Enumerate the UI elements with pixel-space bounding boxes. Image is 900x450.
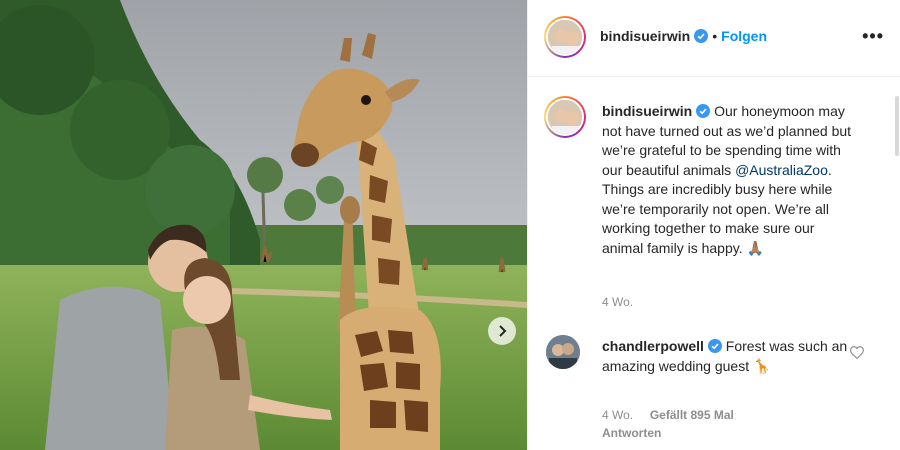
caption-username[interactable]: bindisueirwin — [602, 103, 692, 119]
reply-button[interactable]: Antworten — [602, 426, 661, 440]
post-details-panel: bindisueirwin • Folgen ••• bindisueirwin O… — [527, 0, 900, 450]
commenter-avatar[interactable] — [546, 335, 580, 369]
header-username[interactable]: bindisueirwin — [600, 28, 690, 44]
commenter-avatar-image — [546, 335, 580, 369]
author-avatar[interactable] — [544, 16, 586, 58]
next-photo-button[interactable] — [488, 317, 516, 345]
comment-likes[interactable]: Gefällt 895 Mal — [650, 408, 734, 422]
post-photo[interactable] — [0, 0, 527, 450]
scrollbar[interactable] — [895, 96, 899, 156]
follow-button[interactable]: Folgen — [721, 28, 767, 44]
header-user-line: bindisueirwin • Folgen — [600, 28, 767, 46]
chevron-right-icon — [499, 325, 507, 337]
author-avatar-image — [548, 20, 582, 54]
comment-timestamp[interactable]: 4 Wo. — [602, 408, 633, 422]
photo-illustration — [0, 0, 527, 450]
verified-badge-icon — [707, 339, 722, 353]
commenter-username[interactable]: chandlerpowell — [602, 338, 704, 354]
caption-timestamp[interactable]: 4 Wo. — [602, 295, 633, 309]
comment-body: chandlerpowell Forest was such an amazin… — [602, 337, 852, 376]
caption-avatar-image — [548, 100, 582, 134]
heart-icon[interactable] — [850, 346, 864, 359]
verified-badge-icon — [696, 104, 711, 118]
mention-link[interactable]: @AustraliaZoo — [735, 162, 828, 178]
separator-dot: • — [712, 28, 718, 44]
comment-meta: 4 Wo. Gefällt 895 Mal — [602, 408, 734, 422]
verified-badge-icon — [694, 29, 709, 43]
instagram-post: bindisueirwin • Folgen ••• bindisueirwin O… — [0, 0, 900, 450]
post-header: bindisueirwin • Folgen ••• — [528, 0, 900, 77]
caption-avatar[interactable] — [544, 96, 586, 138]
more-options-icon[interactable]: ••• — [862, 26, 884, 47]
post-caption: bindisueirwin Our honeymoon may not have… — [602, 102, 852, 258]
